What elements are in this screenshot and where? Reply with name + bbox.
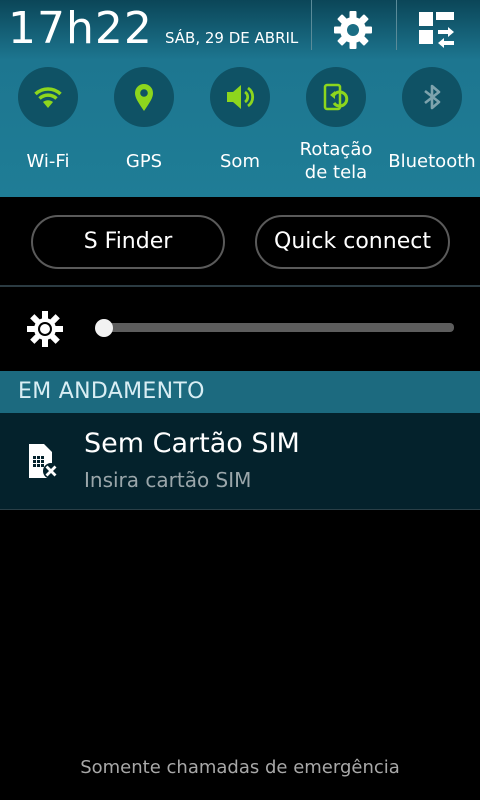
divider [0,285,480,287]
toggle-sound[interactable]: Som [192,66,288,188]
brightness-slider-thumb[interactable] [95,319,113,337]
edit-toggles-button[interactable] [416,8,460,52]
divider [0,509,480,510]
bluetooth-icon [424,84,441,110]
clock: 17h22 [8,3,153,54]
toggle-gps[interactable]: GPS [96,66,192,188]
quick-connect-button[interactable]: Quick connect [255,215,450,269]
toggle-label: Rotação de tela [282,138,390,184]
notification-title: Sem Cartão SIM [84,428,300,459]
speaker-icon [227,85,255,109]
toggle-wifi[interactable]: Wi-Fi [0,66,96,188]
toggle-label-line2: de tela [304,162,368,183]
ongoing-section-header: EM ANDAMENTO [0,371,480,413]
date: SÁB, 29 DE ABRIL [165,29,299,47]
sun-icon [27,311,63,347]
header-separator [311,0,312,50]
toggle-label-line1: Rotação [299,139,373,160]
header-separator [396,0,397,50]
location-icon [135,84,153,111]
toggle-label: GPS [125,151,163,172]
rotate-icon [323,83,349,111]
emergency-calls-only-text: Somente chamadas de emergência [80,757,400,778]
toggle-screen-rotation[interactable]: Rotação de tela [288,66,384,188]
wifi-icon [34,87,62,108]
grid-edit-icon [419,12,454,48]
toggle-label: Wi-Fi [26,151,70,172]
notification-subtitle: Insira cartão SIM [84,468,252,492]
s-finder-button[interactable]: S Finder [31,215,225,269]
gear-icon [334,11,372,49]
settings-button[interactable] [331,8,375,52]
toggle-bluetooth[interactable]: Bluetooth [384,66,480,188]
quick-settings-toggles: Wi-Fi GPS Som Rotação de tela Bluetooth [0,66,480,188]
brightness-slider-track[interactable] [104,323,454,332]
toggle-label: Bluetooth [388,151,476,172]
quick-panel-header: 17h22 SÁB, 29 DE ABRIL Wi-Fi GPS Som Rot… [0,0,480,197]
sim-missing-icon [29,444,59,479]
toggle-label: Som [220,151,260,172]
